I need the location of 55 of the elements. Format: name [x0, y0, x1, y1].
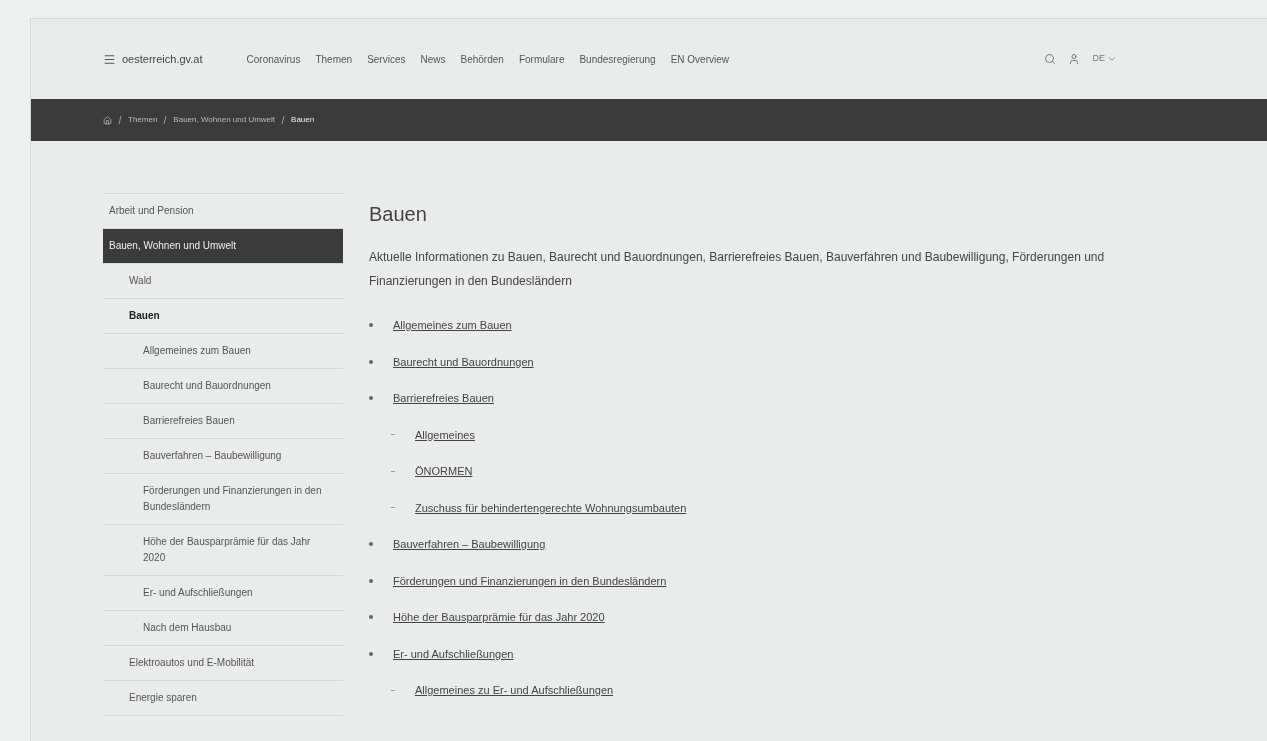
sidebar-item[interactable]: Allgemeines zum Bauen [103, 334, 343, 368]
breadcrumb-link[interactable]: Themen [128, 114, 158, 126]
language-selector[interactable]: DE [1092, 52, 1117, 66]
nav-link[interactable]: Bundesregierung [579, 51, 656, 67]
content-link[interactable]: Bauverfahren – Baubewilligung [393, 536, 546, 553]
content-link[interactable]: Förderungen und Finanzierungen in den Bundesländern [393, 572, 667, 589]
nav-link[interactable]: Themen [315, 51, 353, 67]
breadcrumb-link[interactable]: Bauen, Wohnen und Umwelt [173, 114, 276, 126]
nav-link[interactable]: Behörden [460, 51, 504, 67]
bullet-icon [369, 323, 373, 328]
separator-icon [118, 116, 122, 124]
site-logo[interactable]: oesterreich.gv.at [122, 50, 203, 68]
sidebar-item[interactable]: Wald [103, 264, 343, 298]
sidebar-item[interactable]: Bauen [103, 299, 343, 333]
sidebar-item[interactable]: Energie sparen [103, 681, 343, 715]
bullet-icon [369, 359, 373, 364]
intro-text: Aktuelle Informationen zu Bauen, Baurecht und Bauordnungen, Barrierefreies Bauen, Bauverfahren und Baubewilligung, Förderungen und Finanzierungen in den Bundesländern [369, 249, 1106, 290]
bullet-icon [369, 542, 373, 547]
sidebar-item[interactable]: Elektroautos und E-Mobilität [103, 646, 343, 680]
bullet-icon [369, 396, 373, 401]
sidebar-item[interactable]: Arbeit und Pension [103, 194, 343, 228]
content-link[interactable]: Höhe der Bausparprämie für das Jahr 2020 [393, 609, 605, 626]
content-link[interactable]: Allgemeines [415, 426, 475, 443]
breadcrumb-link[interactable]: Bauen [291, 114, 315, 126]
sidebar-item[interactable]: Er- und Aufschließungen [103, 576, 343, 610]
content-link[interactable]: Allgemeines zum Bauen [393, 317, 512, 334]
content-link[interactable]: Baurecht und Bauordnungen [393, 353, 534, 370]
nav-link[interactable]: EN Overview [670, 51, 729, 67]
sidebar-item[interactable]: Nach dem Hausbau [103, 611, 343, 645]
nav-link[interactable]: Formulare [518, 51, 565, 67]
separator-icon [163, 116, 168, 124]
bullet-icon [369, 615, 373, 620]
nav-link[interactable]: Coronavirus [246, 51, 301, 67]
sidebar-item[interactable]: Bauverfahren – Baubewilligung [103, 439, 343, 473]
sidebar-item[interactable]: Förderungen und Finanzierungen in den Bundesländern [103, 474, 343, 524]
separator-icon [281, 116, 286, 124]
bullet-icon [369, 651, 373, 656]
sidebar-item[interactable]: Bauen, Wohnen und Umwelt [103, 229, 343, 263]
content-link[interactable]: ÖNORMEN [415, 463, 473, 480]
sidebar-item[interactable]: Barrierefreies Bauen [103, 404, 343, 438]
sidebar-item[interactable]: Baurecht und Bauordnungen [103, 369, 343, 403]
nav-link[interactable]: Services [367, 51, 406, 67]
content-link[interactable]: Barrierefreies Bauen [393, 390, 494, 407]
content-link[interactable]: Zuschuss für behindertengerechte Wohnungsumbauten [415, 499, 687, 516]
home-icon[interactable] [103, 115, 112, 125]
user-icon[interactable] [1068, 53, 1081, 65]
content-link[interactable]: Allgemeines zu Er- und Aufschließungen [415, 682, 614, 699]
bullet-icon [369, 578, 373, 583]
search-icon[interactable] [1044, 53, 1057, 65]
menu-icon[interactable] [103, 52, 116, 66]
content-link[interactable]: Er- und Aufschließungen [393, 645, 514, 662]
nav-link[interactable]: News [420, 51, 446, 67]
chevron-down-icon [1107, 54, 1117, 64]
sidebar-item[interactable]: Höhe der Bausparprämie für das Jahr 2020 [103, 525, 343, 575]
page-title: Bauen [369, 202, 428, 227]
